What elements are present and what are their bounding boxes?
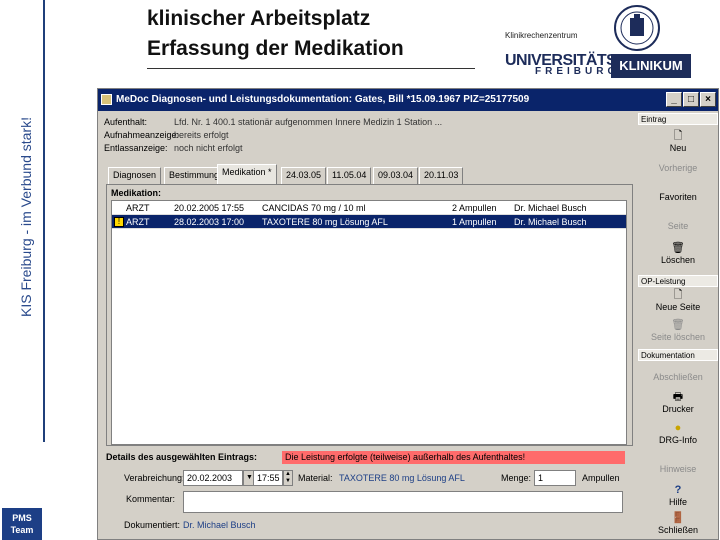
app-icon [101, 94, 112, 105]
institute-label: Klinikrechenzentrum [505, 31, 578, 40]
sidebar-divider [43, 0, 45, 442]
pms-team-logo: PMS Team [2, 508, 42, 540]
drg-label: DRG-Info [658, 435, 697, 445]
kommentar-field[interactable] [183, 491, 623, 513]
window-titlebar[interactable]: MeDoc Diagnosen- und Leistungsdokumentat… [98, 89, 718, 111]
tab-bestimmung[interactable]: Bestimmung [164, 167, 225, 184]
exit-door-icon: 🚪 [671, 512, 685, 524]
medoc-window: MeDoc Diagnosen- und Leistungsdokumentat… [97, 88, 719, 540]
cell-mittel: CANCIDAS 70 mg / 10 ml [262, 203, 366, 213]
vorherige-label: Vorherige [658, 163, 698, 173]
seite-button[interactable]: Seite [638, 221, 718, 231]
university-seal-icon [614, 5, 660, 51]
dokumentation-section-header: Dokumentation [638, 349, 718, 361]
tab-date-3[interactable]: 09.03.04 [373, 167, 419, 184]
medikation-table[interactable]: ARZT 20.02.2005 17:55 CANCIDAS 70 mg / 1… [111, 200, 627, 445]
trash-icon: 🗑 [671, 319, 685, 331]
neu-button[interactable]: 🗋 Neu [638, 129, 718, 153]
cell-datum: 28.02.2003 17:00 [174, 217, 245, 227]
aufnahme-value: bereits erfolgt [174, 130, 229, 140]
hilfe-label: Hilfe [668, 497, 687, 507]
schliessen-button[interactable]: 🚪 Schließen [638, 511, 718, 535]
material-label: Material: [298, 473, 333, 483]
tab-date-2[interactable]: 11.05.04 [327, 167, 372, 184]
vertical-slogan: KIS Freiburg - im Verbund stark! [18, 117, 34, 317]
hinweise-label: Hinweise [659, 464, 697, 474]
cell-arzt: Dr. Michael Busch [514, 217, 587, 227]
verabreichung-label: Verabreichung: [124, 473, 185, 483]
close-button[interactable]: × [700, 92, 716, 107]
cell-mittel: TAXOTERE 80 mg Lösung AFL [262, 217, 388, 227]
drg-info-button[interactable]: ● DRG-Info [638, 421, 718, 445]
dokumentiert-label: Dokumentiert: [124, 520, 181, 530]
details-warning-banner: Die Leistung erfolgte (teilweise) außerh… [282, 451, 625, 464]
aufnahme-label: Aufnahmeanzeige: [104, 130, 180, 140]
tab-date-4[interactable]: 20.11.03 [419, 167, 464, 184]
abschliessen-label: Abschließen [653, 372, 703, 382]
aufenthalt-label: Aufenthalt: [104, 117, 148, 127]
abschliessen-button[interactable]: Abschließen [638, 372, 718, 382]
menge-field[interactable]: 1 [534, 470, 576, 486]
trash-icon: 🗑 [671, 242, 685, 254]
aufenthalt-value: Lfd. Nr. 1 400.1 stationär aufgenommen I… [174, 117, 443, 127]
hilfe-button[interactable]: ? Hilfe [638, 483, 718, 507]
tab-medikation[interactable]: Medikation * [217, 164, 277, 184]
drucker-button[interactable]: 🖶 Drucker [638, 390, 718, 414]
neue-seite-button[interactable]: 🗋 Neue Seite [638, 288, 718, 312]
favoriten-label: Favoriten [659, 192, 697, 202]
pms-logo-line2: Team [10, 525, 34, 535]
material-value[interactable]: TAXOTERE 80 mg Lösung AFL [339, 473, 465, 483]
medikation-label: Medikation: [111, 188, 162, 198]
menge-label: Menge: [501, 473, 532, 483]
loeschen-label: Löschen [660, 255, 696, 265]
printer-icon: 🖶 [672, 391, 684, 403]
einheit-label: Ampullen [582, 473, 620, 483]
favoriten-button[interactable]: Favoriten [638, 192, 718, 202]
tab-diagnosen[interactable]: Diagnosen [108, 167, 162, 184]
help-icon: ? [674, 484, 682, 496]
pms-logo-line1: PMS [12, 513, 32, 523]
new-document-icon: 🗋 [673, 130, 683, 142]
cell-typ: ARZT [126, 203, 150, 213]
drucker-label: Drucker [662, 404, 694, 414]
medikation-panel: Medikation: ARZT 20.02.2005 17:55 CANCID… [106, 184, 633, 446]
cell-arzt: Dr. Michael Busch [514, 203, 587, 213]
time-field[interactable]: 17:55 [253, 470, 283, 486]
neue-seite-label: Neue Seite [655, 302, 701, 312]
entlassung-label: Entlassanzeige: [104, 143, 168, 153]
maximize-button[interactable]: □ [683, 92, 699, 107]
table-row-selected[interactable]: ! ARZT 28.02.2003 17:00 TAXOTERE 80 mg L… [112, 215, 626, 229]
slide-title-line1: klinischer Arbeitsplatz [147, 7, 371, 30]
date-field[interactable]: 20.02.2003 [183, 470, 243, 486]
freiburg-wordmark: FREIBURG [535, 66, 620, 77]
eintrag-section-header: Eintrag [638, 113, 718, 125]
warning-icon: ! [114, 217, 124, 227]
seite-loeschen-button[interactable]: 🗑 Seite löschen [638, 318, 718, 342]
schliessen-label: Schließen [657, 525, 699, 535]
title-underline [147, 68, 475, 69]
entlassung-value: noch nicht erfolgt [174, 143, 243, 153]
tab-date-1[interactable]: 24.03.05 [281, 167, 327, 184]
kommentar-label: Kommentar: [126, 494, 176, 504]
loeschen-button[interactable]: 🗑 Löschen [638, 241, 718, 265]
cell-menge: 1 Ampullen [452, 217, 497, 227]
seite-label: Seite [667, 221, 689, 231]
cell-menge: 2 Ampullen [452, 203, 497, 213]
slide-title-line2: Erfassung der Medikation [147, 37, 404, 60]
cell-datum: 20.02.2005 17:55 [174, 203, 245, 213]
cell-typ: ARZT [126, 217, 150, 227]
window-title: MeDoc Diagnosen- und Leistungsdokumentat… [116, 94, 530, 105]
klinikum-wordmark: KLINIKUM [611, 54, 691, 78]
vorherige-button[interactable]: Vorherige [638, 163, 718, 173]
dokumentiert-value: Dr. Michael Busch [183, 520, 256, 530]
seite-loeschen-label: Seite löschen [650, 332, 706, 342]
table-row[interactable]: ARZT 20.02.2005 17:55 CANCIDAS 70 mg / 1… [112, 201, 626, 215]
op-leistung-section-header: OP-Leistung [638, 275, 718, 287]
time-spinner[interactable]: ▲ ▼ [283, 470, 293, 486]
drg-info-icon: ● [674, 422, 682, 434]
neu-label: Neu [669, 143, 687, 153]
new-page-icon: 🗋 [673, 289, 683, 301]
minimize-button[interactable]: _ [666, 92, 682, 107]
hinweise-button[interactable]: Hinweise [638, 464, 718, 474]
